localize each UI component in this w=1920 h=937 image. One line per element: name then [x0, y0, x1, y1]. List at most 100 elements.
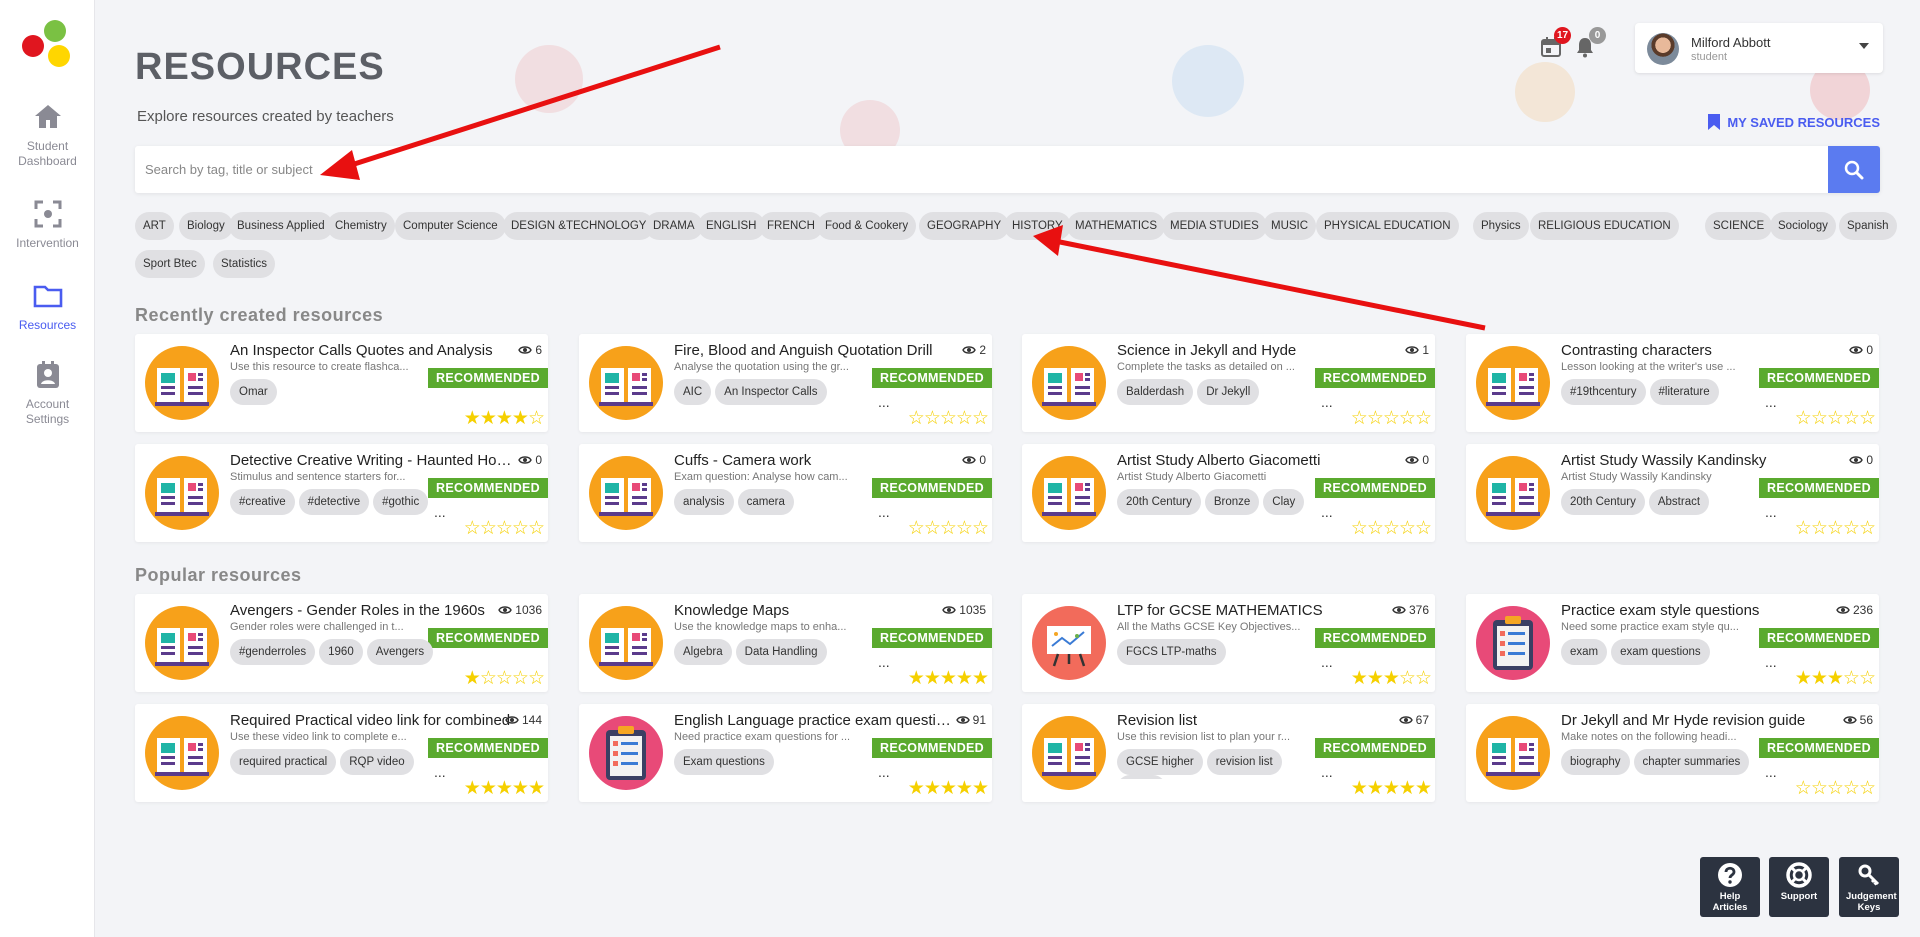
resource-tag[interactable]: Algebra — [674, 639, 732, 665]
help-articles-button[interactable]: Help Articles — [1700, 857, 1760, 917]
judgement-keys-button[interactable]: Judgement Keys — [1839, 857, 1899, 917]
resource-tag[interactable]: biography — [1561, 749, 1630, 775]
resource-card[interactable]: Knowledge Maps 1035 Use the knowledge maps… — [579, 594, 992, 692]
resource-tag[interactable]: FGCS LTP-maths — [1117, 639, 1226, 665]
sidebar-item-resources[interactable]: Resources — [0, 280, 95, 333]
more-tags-indicator[interactable]: ... — [1765, 504, 1777, 520]
subject-tag[interactable]: Computer Science — [395, 212, 506, 240]
subject-tag[interactable]: Sport Btec — [135, 250, 205, 278]
more-tags-indicator[interactable]: ... — [878, 654, 890, 670]
more-tags-indicator[interactable]: ... — [1321, 504, 1333, 520]
more-tags-indicator[interactable]: ... — [878, 394, 890, 410]
resource-card[interactable]: Avengers - Gender Roles in the 1960s 1036… — [135, 594, 548, 692]
subject-tag[interactable]: ART — [135, 212, 174, 240]
resource-title[interactable]: Knowledge Maps — [674, 602, 959, 619]
resource-card[interactable]: Detective Creative Writing - Haunted Hou… — [135, 444, 548, 542]
resource-tag[interactable]: Avengers — [366, 639, 434, 665]
subject-tag[interactable]: Spanish — [1839, 212, 1897, 240]
resource-card[interactable]: Artist Study Wassily Kandinsky 0 Artist St… — [1466, 444, 1879, 542]
resource-title[interactable]: Science in Jekyll and Hyde — [1117, 342, 1402, 359]
resource-title[interactable]: Revision list — [1117, 712, 1402, 729]
resource-tag[interactable]: 1960 — [319, 639, 363, 665]
resource-tag[interactable]: Omar — [230, 379, 277, 405]
subject-tag[interactable]: PHYSICAL EDUCATION — [1316, 212, 1459, 240]
resource-tag[interactable]: Balderdash — [1117, 379, 1194, 405]
resource-tag[interactable]: Data Handling — [735, 639, 827, 665]
my-saved-resources-link[interactable]: MY SAVED RESOURCES — [1707, 113, 1880, 131]
subject-tag[interactable]: MUSIC — [1263, 212, 1317, 240]
subject-tag[interactable]: Business Applied — [229, 212, 333, 240]
resource-title[interactable]: LTP for GCSE MATHEMATICS — [1117, 602, 1402, 619]
sidebar-item-intervention[interactable]: Intervention — [0, 198, 95, 251]
resource-title[interactable]: Detective Creative Writing - Haunted Hou… — [230, 452, 515, 469]
resource-card[interactable]: An Inspector Calls Quotes and Analysis 6 U… — [135, 334, 548, 432]
subject-tag[interactable]: DRAMA — [645, 212, 703, 240]
resource-tag[interactable]: exam — [1561, 639, 1608, 665]
more-tags-indicator[interactable]: ... — [1765, 394, 1777, 410]
resource-tag[interactable]: GCSE higher — [1117, 749, 1203, 775]
subject-tag[interactable]: RELIGIOUS EDUCATION — [1530, 212, 1679, 240]
subject-tag[interactable]: MATHEMATICS — [1067, 212, 1165, 240]
resource-card[interactable]: Fire, Blood and Anguish Quotation Drill 2… — [579, 334, 992, 432]
support-button[interactable]: Support — [1769, 857, 1829, 917]
subject-tag[interactable]: Chemistry — [327, 212, 395, 240]
resource-tag[interactable]: #gothic — [373, 489, 429, 515]
resource-tag[interactable]: #literature — [1649, 379, 1719, 405]
search-input[interactable] — [135, 146, 1828, 193]
subject-tag[interactable]: GEOGRAPHY — [919, 212, 1010, 240]
resource-tag[interactable]: AIC — [674, 379, 712, 405]
sidebar-item-student-dashboard[interactable]: Student Dashboard — [0, 101, 95, 169]
subject-tag[interactable]: Physics — [1473, 212, 1529, 240]
resource-title[interactable]: An Inspector Calls Quotes and Analysis — [230, 342, 515, 359]
subject-tag[interactable]: MEDIA STUDIES — [1162, 212, 1267, 240]
resource-card[interactable]: Practice exam style questions 236 Need som… — [1466, 594, 1879, 692]
resource-title[interactable]: Artist Study Wassily Kandinsky — [1561, 452, 1846, 469]
resource-title[interactable]: Required Practical video link for combin… — [230, 712, 515, 729]
resource-tag[interactable]: chapter summaries — [1633, 749, 1750, 775]
resource-tag[interactable]: Abstract — [1648, 489, 1710, 515]
resource-tag[interactable]: 20th Century — [1561, 489, 1645, 515]
more-tags-indicator[interactable]: ... — [1765, 654, 1777, 670]
resource-title[interactable]: Cuffs - Camera work — [674, 452, 959, 469]
more-tags-indicator[interactable]: ... — [878, 764, 890, 780]
resource-tag[interactable]: An Inspector Calls — [715, 379, 827, 405]
resource-tag[interactable]: #creative — [230, 489, 295, 515]
subject-tag[interactable]: HISTORY — [1004, 212, 1071, 240]
resource-tag[interactable]: maths — [1117, 775, 1167, 779]
more-tags-indicator[interactable]: ... — [878, 504, 890, 520]
resource-card[interactable]: Revision list 67 Use this revision list to… — [1022, 704, 1435, 802]
resource-tag[interactable]: Clay — [1263, 489, 1305, 515]
resource-tag[interactable]: #19thcentury — [1561, 379, 1646, 405]
resource-card[interactable]: Contrasting characters 0 Lesson looking at… — [1466, 334, 1879, 432]
resource-title[interactable]: Artist Study Alberto Giacometti — [1117, 452, 1402, 469]
resource-tag[interactable]: revision list — [1206, 749, 1282, 775]
more-tags-indicator[interactable]: ... — [1321, 394, 1333, 410]
resource-tag[interactable]: Exam questions — [674, 749, 774, 775]
resource-tag[interactable]: camera — [737, 489, 794, 515]
resource-card[interactable]: Science in Jekyll and Hyde 1 Complete the … — [1022, 334, 1435, 432]
resource-tag[interactable]: 20th Century — [1117, 489, 1201, 515]
app-logo[interactable] — [22, 18, 76, 72]
more-tags-indicator[interactable]: ... — [1321, 654, 1333, 670]
resource-tag[interactable]: exam questions — [1611, 639, 1710, 665]
sidebar-item-account-settings[interactable]: Account Settings — [0, 359, 95, 427]
resource-title[interactable]: English Language practice exam questions — [674, 712, 959, 729]
more-tags-indicator[interactable]: ... — [434, 504, 446, 520]
subject-tag[interactable]: SCIENCE — [1705, 212, 1773, 240]
more-tags-indicator[interactable]: ... — [1321, 764, 1333, 780]
user-menu[interactable]: Milford Abbott student — [1635, 23, 1883, 73]
resource-card[interactable]: English Language practice exam questions… — [579, 704, 992, 802]
resource-title[interactable]: Dr Jekyll and Mr Hyde revision guide — [1561, 712, 1846, 729]
resource-card[interactable]: Cuffs - Camera work 0 Exam question: Analy… — [579, 444, 992, 542]
resource-tag[interactable]: Bronze — [1204, 489, 1260, 515]
resource-title[interactable]: Avengers - Gender Roles in the 1960s — [230, 602, 515, 619]
resource-tag[interactable]: RQP video — [340, 749, 414, 775]
resource-card[interactable]: Artist Study Alberto Giacometti 0 Artist S… — [1022, 444, 1435, 542]
resource-tag[interactable]: Dr Jekyll — [1197, 379, 1260, 405]
subject-tag[interactable]: Biology — [179, 212, 233, 240]
subject-tag[interactable]: FRENCH — [759, 212, 823, 240]
resource-tag[interactable]: required practical — [230, 749, 337, 775]
subject-tag[interactable]: Sociology — [1770, 212, 1836, 240]
more-tags-indicator[interactable]: ... — [1765, 764, 1777, 780]
subject-tag[interactable]: ENGLISH — [698, 212, 765, 240]
